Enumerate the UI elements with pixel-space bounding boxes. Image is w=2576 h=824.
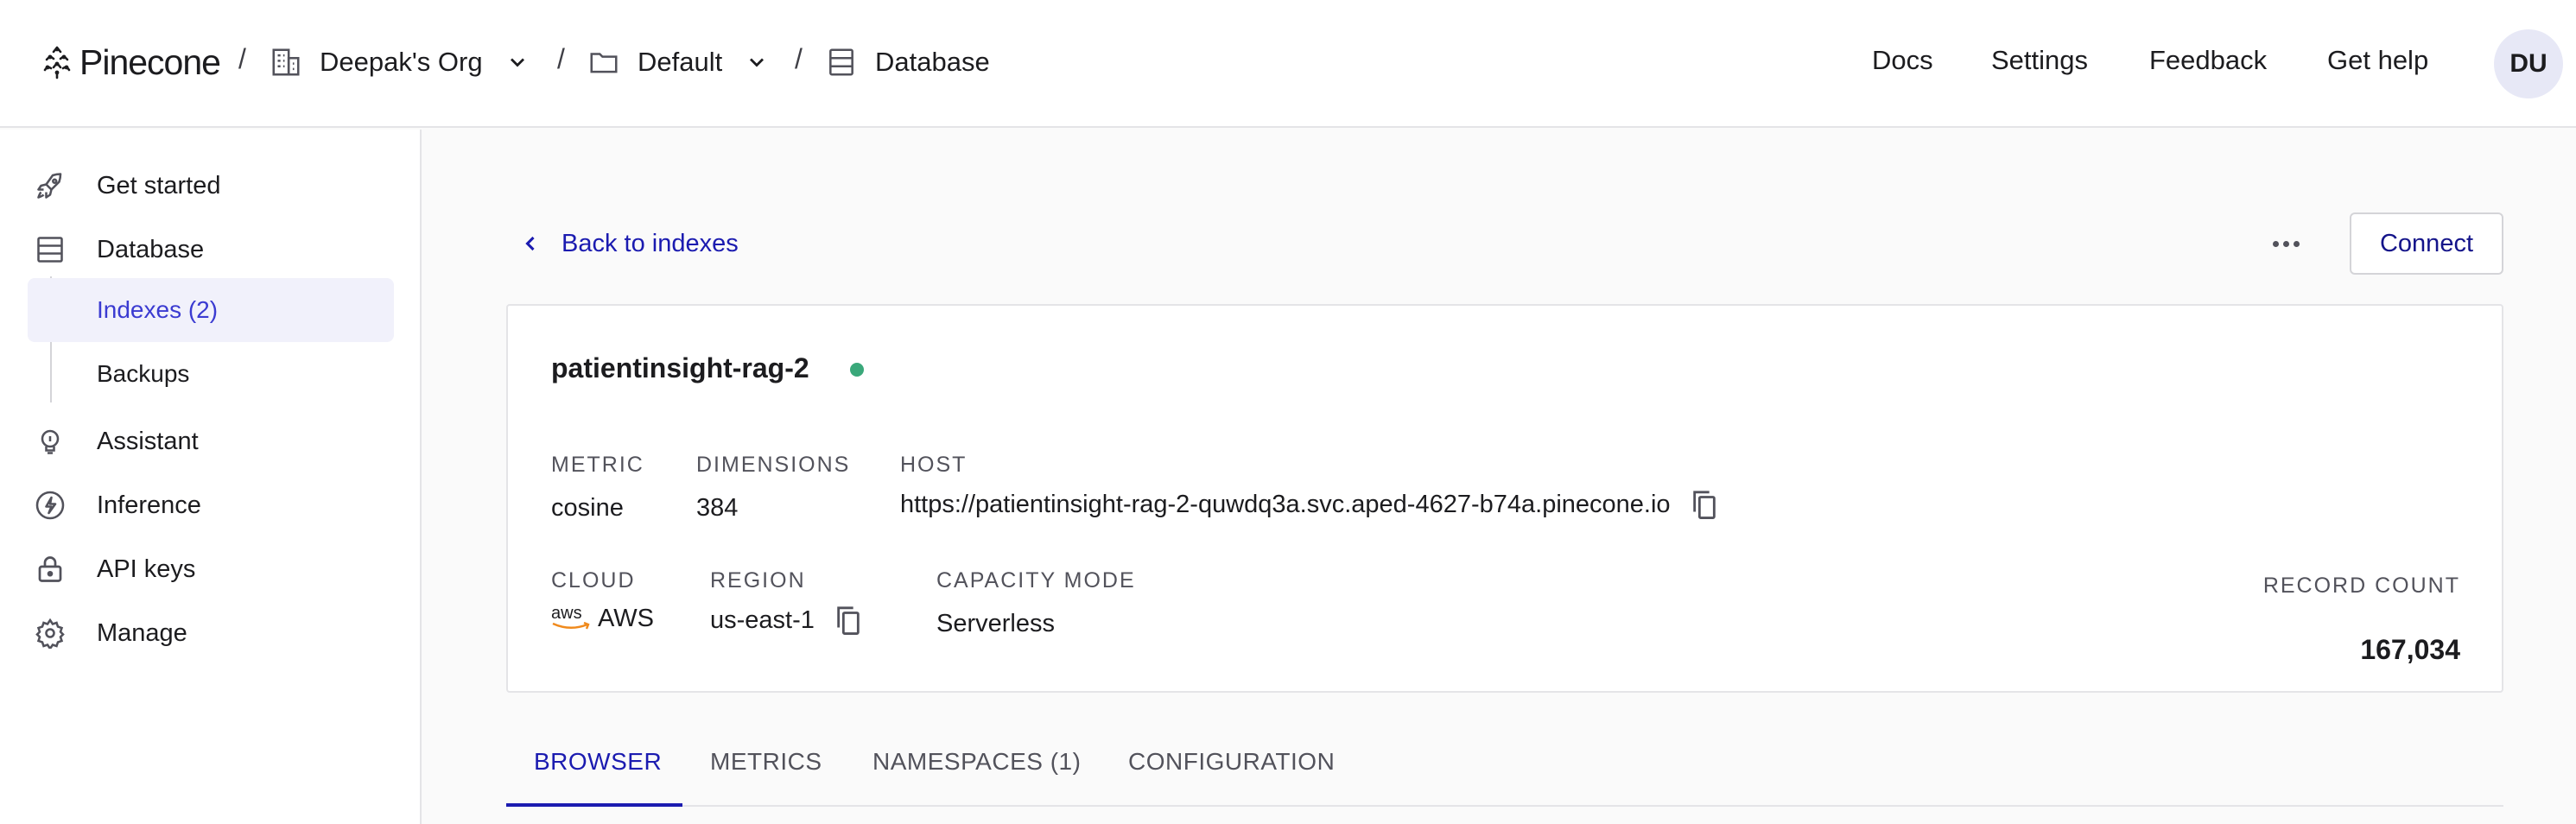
sidebar-item-api-keys[interactable]: API keys	[35, 546, 195, 593]
nav-docs[interactable]: Docs	[1872, 45, 1933, 76]
logo-text: Pinecone	[79, 41, 221, 82]
folder-icon	[590, 53, 618, 73]
gear-icon	[35, 618, 65, 649]
copy-icon[interactable]	[1690, 487, 1719, 522]
tab-metrics[interactable]: METRICS	[710, 748, 822, 776]
lock-icon	[38, 556, 62, 582]
host-value: https://patientinsight-rag-2-quwdq3a.svc…	[900, 490, 1671, 518]
aws-logo: aws	[551, 605, 591, 631]
metric-label: METRIC	[551, 453, 644, 477]
sidebar-subitem-backups[interactable]: Backups	[28, 342, 394, 406]
breadcrumb-database-label: Database	[875, 47, 990, 77]
building-icon	[272, 48, 300, 76]
sidebar-item-label: Manage	[97, 618, 187, 647]
sidebar-subitem-indexes[interactable]: Indexes (2)	[28, 278, 394, 342]
host-label: HOST	[900, 453, 968, 477]
pinecone-logo-icon	[43, 46, 71, 79]
breadcrumb-project-label: Default	[638, 47, 723, 77]
sidebar-item-assistant[interactable]: Assistant	[35, 418, 199, 465]
connect-button[interactable]: Connect	[2350, 212, 2503, 275]
sidebar-item-database[interactable]: Database	[35, 226, 204, 273]
sidebar-item-manage[interactable]: Manage	[35, 610, 187, 656]
lightbulb-icon	[41, 429, 60, 454]
chevron-down-icon	[510, 58, 524, 67]
capacity-mode-value: Serverless	[936, 610, 1055, 637]
capacity-mode-label: CAPACITY MODE	[936, 568, 1136, 593]
breadcrumb-separator: /	[795, 43, 803, 74]
chevron-left-icon	[525, 236, 535, 251]
sidebar: Get started Database Indexes (2) Backups…	[0, 130, 422, 824]
region-field: us-east-1	[710, 603, 863, 637]
breadcrumb-database[interactable]: Database	[825, 41, 990, 83]
region-value: us-east-1	[710, 605, 815, 634]
dimensions-label: DIMENSIONS	[696, 453, 851, 477]
breadcrumb-separator: /	[238, 43, 246, 74]
tab-namespaces[interactable]: NAMESPACES (1)	[872, 748, 1081, 776]
aws-logo-text: aws	[551, 603, 582, 623]
cloud-field: aws AWS	[551, 605, 654, 633]
cloud-value: AWS	[598, 605, 654, 632]
active-tab-indicator	[506, 803, 682, 807]
breadcrumb-org-label: Deepak's Org	[320, 47, 483, 77]
record-count-value: 167,034	[2360, 634, 2460, 665]
back-label: Back to indexes	[562, 229, 739, 257]
record-count-label: RECORD COUNT	[2262, 574, 2460, 598]
sidebar-item-label: Database	[97, 235, 205, 263]
database-icon	[829, 48, 853, 76]
sidebar-item-inference[interactable]: Inference	[35, 482, 201, 529]
metric-value: cosine	[551, 494, 624, 522]
sidebar-item-get-started[interactable]: Get started	[35, 162, 220, 209]
tab-browser[interactable]: BROWSER	[534, 748, 662, 776]
nav-feedback[interactable]: Feedback	[2149, 45, 2267, 76]
more-options-icon[interactable]	[2267, 230, 2305, 257]
index-name: patientinsight-rag-2	[551, 352, 809, 383]
cloud-label: CLOUD	[551, 568, 636, 593]
aws-smile-icon	[552, 621, 590, 629]
region-label: REGION	[710, 568, 806, 593]
dimensions-value: 384	[696, 494, 739, 522]
avatar[interactable]: DU	[2494, 29, 2563, 98]
nav-get-help[interactable]: Get help	[2327, 45, 2428, 76]
lightning-icon	[35, 491, 65, 520]
pinecone-logo[interactable]: Pinecone	[40, 41, 221, 83]
chevron-down-icon	[750, 58, 765, 67]
breadcrumb-project[interactable]: Default	[587, 41, 769, 83]
nav-settings[interactable]: Settings	[1991, 45, 2088, 76]
rocket-icon	[37, 173, 62, 199]
sidebar-item-label: API keys	[97, 555, 196, 583]
status-indicator	[850, 363, 864, 377]
tab-configuration[interactable]: CONFIGURATION	[1128, 748, 1335, 776]
copy-icon[interactable]	[834, 603, 863, 637]
sidebar-item-label: Assistant	[97, 427, 199, 455]
back-to-indexes-link[interactable]: Back to indexes	[518, 226, 739, 261]
breadcrumb-org[interactable]: Deepak's Org	[270, 41, 530, 83]
top-header: Pinecone / Deepak's Org / Default / Data…	[0, 0, 2576, 128]
database-icon	[37, 237, 63, 263]
sidebar-item-label: Get started	[97, 171, 221, 200]
index-details-card: patientinsight-rag-2 METRIC cosine DIMEN…	[506, 304, 2503, 693]
breadcrumb-separator: /	[557, 43, 565, 74]
sidebar-item-label: Inference	[97, 491, 201, 519]
host-field: https://patientinsight-rag-2-quwdq3a.svc…	[900, 487, 1719, 522]
index-tabs: BROWSER METRICS NAMESPACES (1) CONFIGURA…	[506, 743, 2503, 807]
